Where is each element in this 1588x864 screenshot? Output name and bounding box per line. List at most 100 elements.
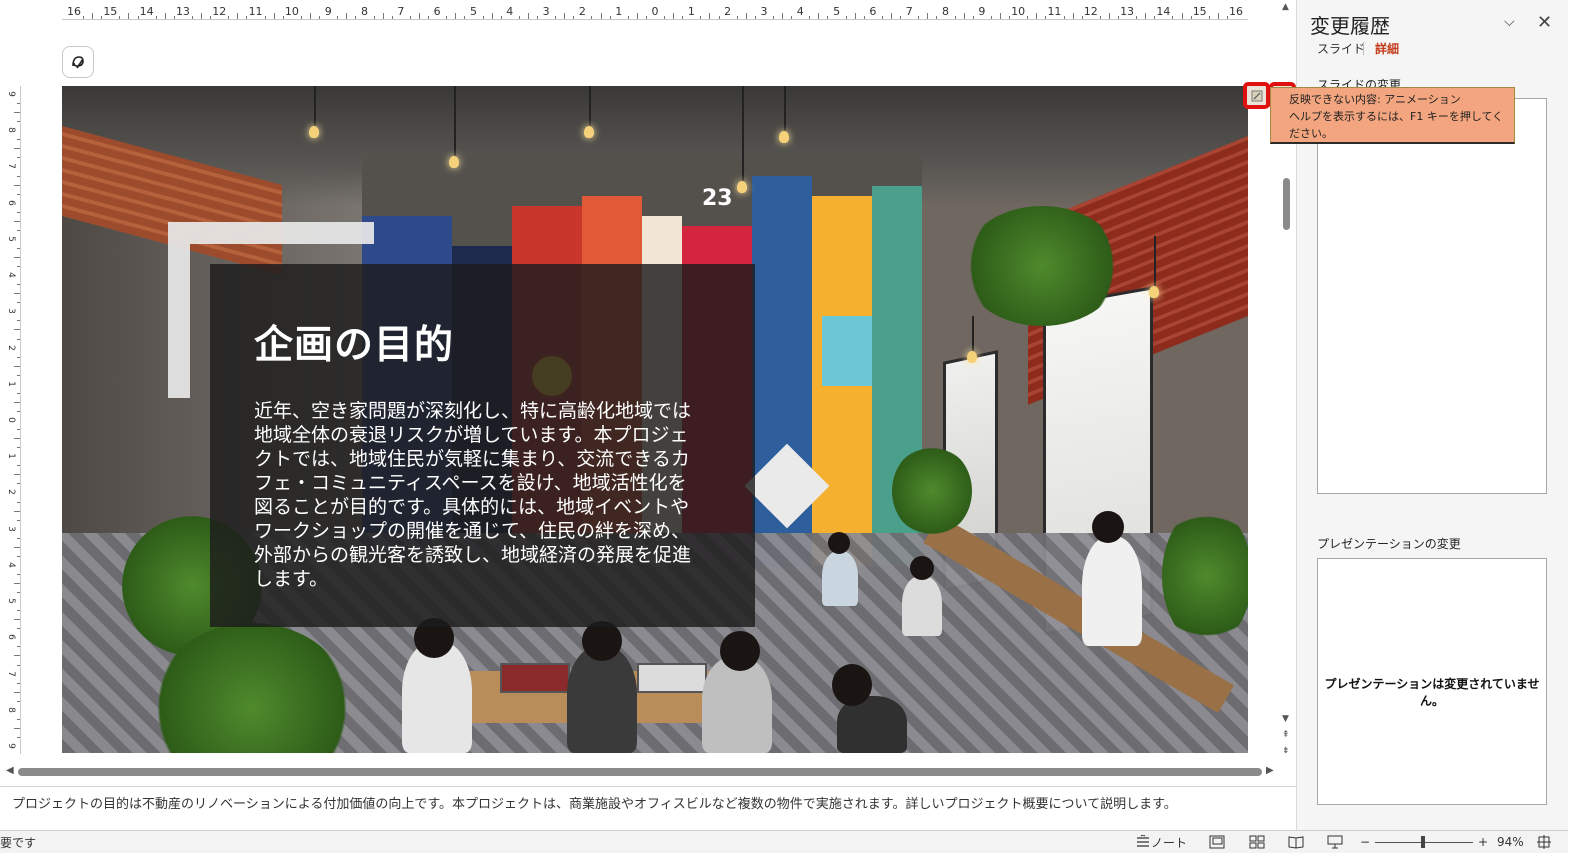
- ruler-tick: [14, 474, 20, 476]
- ruler-label: 8: [5, 706, 16, 713]
- ruler-label: 9: [978, 5, 986, 18]
- ruler-tick: [954, 16, 956, 19]
- ruler-tick: [409, 16, 411, 19]
- presentation-changes-label: プレゼンテーションの変更: [1317, 537, 1461, 551]
- normal-view-button[interactable]: [1209, 833, 1225, 851]
- close-icon[interactable]: ✕: [1537, 12, 1552, 33]
- ruler-tick: [310, 13, 312, 19]
- ruler-tick: [718, 16, 720, 19]
- tab-slide[interactable]: スライド: [1317, 40, 1365, 57]
- zoom-level-button[interactable]: 94%: [1497, 833, 1524, 851]
- ruler-tick: [17, 284, 20, 286]
- presentation-changes-list[interactable]: プレゼンテーションは変更されていません。: [1317, 558, 1547, 805]
- ruler-tick: [428, 16, 430, 19]
- fit-to-window-button[interactable]: [1536, 833, 1552, 851]
- ruler-label: 4: [796, 5, 804, 18]
- zoom-in-button[interactable]: +: [1478, 833, 1488, 851]
- scroll-down-arrow-icon[interactable]: ▼: [1282, 714, 1289, 724]
- horizontal-scroll-thumb[interactable]: [18, 768, 1262, 776]
- slide-changes-list[interactable]: [1317, 98, 1547, 494]
- scroll-up-arrow-icon[interactable]: ▲: [1282, 2, 1289, 12]
- ruler-tick: [17, 410, 20, 412]
- ruler-label: 15: [103, 5, 118, 18]
- change-marker-icon: [1251, 90, 1262, 101]
- zoom-out-label: −: [1360, 835, 1371, 849]
- scroll-right-arrow-icon[interactable]: ▶: [1266, 765, 1274, 776]
- ruler-tick: [17, 121, 20, 123]
- ruler-tick: [17, 139, 20, 141]
- zoom-slider-thumb[interactable]: [1421, 836, 1425, 848]
- notes-text[interactable]: プロジェクトの目的は不動産のリノベーションによる付加価値の向上です。本プロジェク…: [12, 793, 1177, 812]
- ruler-tick: [14, 220, 20, 222]
- ruler-tick: [845, 16, 847, 19]
- ruler-tick: [14, 583, 20, 584]
- horizontal-scrollbar[interactable]: ◀ ▶: [0, 764, 1278, 780]
- ruler-tick: [17, 229, 20, 231]
- reading-view-icon: [1288, 836, 1304, 849]
- ruler-tick: [83, 16, 85, 19]
- ruler-tick: [14, 619, 20, 621]
- ruler-tick: [246, 16, 248, 19]
- zoom-slider[interactable]: [1375, 833, 1473, 851]
- ruler-tick: [17, 519, 20, 521]
- ruler-tick: [382, 13, 384, 19]
- ruler-tick: [14, 438, 20, 440]
- designer-button[interactable]: [62, 46, 94, 78]
- zoom-out-button[interactable]: −: [1360, 833, 1370, 851]
- ruler-tick: [119, 16, 121, 19]
- ruler-tick: [664, 16, 666, 19]
- ruler-tick: [282, 16, 284, 19]
- slide-editor: 16 15 14 13 12 11 10 9 8 7 6 5 4 3 2 1 0 1 2 3 4 5 6 7 8 9 10 11 12 1…: [0, 0, 1296, 786]
- ruler-tick: [373, 16, 375, 19]
- slideshow-button[interactable]: [1327, 833, 1343, 851]
- ruler-label: 2: [5, 344, 16, 351]
- ruler-tick: [14, 365, 20, 367]
- change-marker[interactable]: [1243, 82, 1270, 109]
- ruler-tick: [745, 13, 747, 19]
- ruler-tick: [17, 175, 20, 177]
- slide-title[interactable]: 企画の目的: [254, 314, 454, 370]
- ruler-tick: [609, 16, 611, 19]
- collapse-chevron-icon[interactable]: ⌵: [1504, 14, 1515, 30]
- notes-pane[interactable]: プロジェクトの目的は不動産のリノベーションによる付加価値の向上です。本プロジェク…: [0, 786, 1296, 830]
- ruler-tick: [782, 13, 784, 19]
- notes-toggle-button[interactable]: ノート: [1135, 833, 1187, 851]
- horizontal-ruler: 16 15 14 13 12 11 10 9 8 7 6 5 4 3 2 1 0 1 2 3 4 5 6 7 8 9 10 11 12 1…: [62, 2, 1248, 20]
- ruler-label: 2: [724, 5, 732, 18]
- slide-body-text[interactable]: 近年、空き家問題が深刻化し、特に高齢化地域では地域全体の衰退リスクが増しています…: [254, 399, 699, 591]
- ruler-tick: [319, 16, 321, 19]
- tooltip-line-2: ヘルプを表示するには、F1 キーを押してください。: [1289, 110, 1504, 140]
- ruler-label: 2: [578, 5, 586, 18]
- ruler-tick: [300, 16, 302, 19]
- scroll-left-arrow-icon[interactable]: ◀: [6, 765, 14, 776]
- tab-detail[interactable]: 詳細: [1375, 40, 1399, 57]
- ruler-tick: [1117, 16, 1119, 19]
- slide-canvas[interactable]: 23 企画の目的 近年、空き家問題が深刻化し、特に高齢化地域では地域全体の衰退リ…: [62, 86, 1248, 753]
- ruler-tick: [17, 338, 20, 340]
- previous-slide-icon[interactable]: ⇞: [1282, 730, 1290, 740]
- ruler-label: 10: [1011, 5, 1026, 18]
- ruler-tick: [1072, 13, 1074, 19]
- ruler-tick: [17, 211, 20, 213]
- vertical-scroll-thumb[interactable]: [1283, 178, 1290, 230]
- ruler-tick: [573, 16, 575, 19]
- ruler-label: 2: [5, 489, 16, 496]
- ruler-tick: [1154, 16, 1156, 19]
- ruler-tick: [464, 16, 466, 19]
- ruler-tick: [17, 447, 20, 449]
- reading-view-button[interactable]: [1288, 833, 1304, 851]
- slide-sorter-button[interactable]: [1249, 833, 1265, 851]
- ruler-tick: [17, 501, 20, 503]
- next-slide-icon[interactable]: ⇟: [1282, 746, 1290, 756]
- ruler-tick: [17, 374, 20, 376]
- ruler-label: 14: [139, 5, 154, 18]
- zoom-level: 94%: [1497, 835, 1524, 849]
- ruler-tick: [990, 16, 992, 19]
- ruler-tick: [936, 16, 938, 19]
- ruler-label: 0: [651, 5, 659, 18]
- ruler-tick: [92, 13, 94, 19]
- change-tooltip: 反映できない内容: アニメーション ヘルプを表示するには、F1 キーを押してくだ…: [1270, 87, 1515, 144]
- ruler-tick: [14, 329, 20, 331]
- mural-number: 23: [702, 186, 733, 211]
- ruler-label: 1: [5, 453, 16, 460]
